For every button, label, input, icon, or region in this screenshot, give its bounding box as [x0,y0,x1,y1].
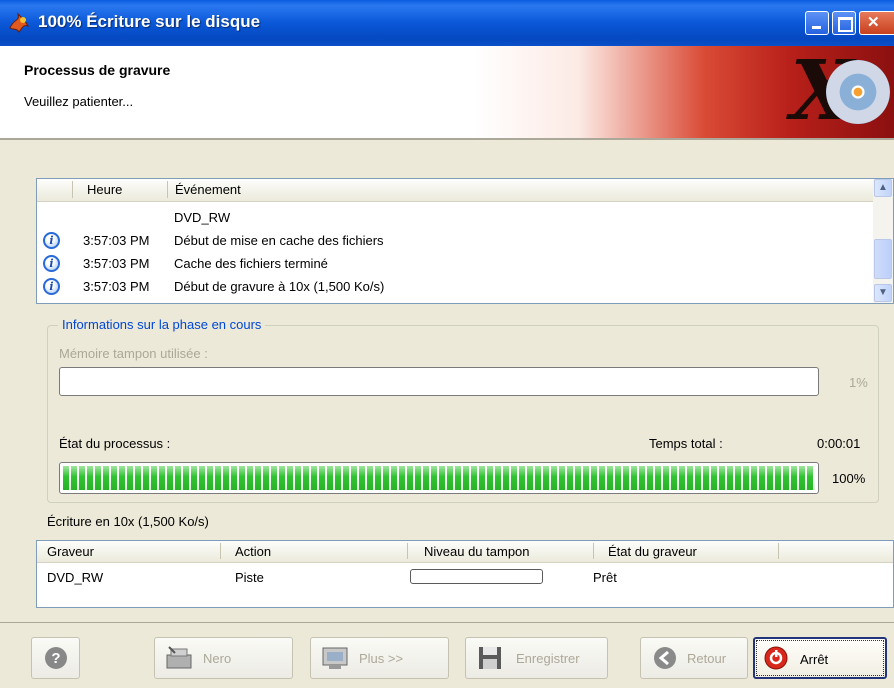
column-divider[interactable] [593,543,594,559]
process-percent: 100% [832,471,866,486]
buffer-label: Mémoire tampon utilisée : [59,346,208,361]
header-panel: Processus de gravure Veuillez patienter.… [0,46,894,138]
buffer-progress-bar [59,367,819,396]
event-log-header: Heure Événement [37,179,873,202]
nero-banner-image: X [474,46,894,138]
stop-icon [764,646,788,670]
log-scrollbar[interactable]: ▲ ▼ [873,179,893,303]
disc-icon [826,60,890,124]
event-log-list[interactable]: Heure Événement DVD_RW i 3:57:03 PM Débu… [36,178,894,304]
help-button[interactable]: ? [31,637,80,679]
recorder-state: Prêt [593,570,617,585]
more-button-label: Plus >> [359,651,404,666]
recorder-action: Piste [235,570,264,585]
column-header-buffer-level[interactable]: Niveau du tampon [424,544,530,559]
save-button[interactable]: Enregistrer [465,637,608,679]
column-header-recorder[interactable]: Graveur [47,544,94,559]
save-button-label: Enregistrer [516,651,580,666]
scroll-up-button[interactable]: ▲ [874,179,892,197]
nero-button[interactable]: Nero [154,637,293,679]
scroll-down-button[interactable]: ▼ [874,284,892,302]
column-divider[interactable] [407,543,408,559]
back-button[interactable]: Retour [640,637,748,679]
nero-burn-window: 100% Écriture sur le disque Processus de… [0,0,894,688]
phase-info-legend: Informations sur la phase en cours [58,317,266,332]
log-row[interactable]: i 3:57:03 PM Début de gravure à 10x (1,5… [37,276,873,298]
column-header-recorder-state[interactable]: État du graveur [608,544,697,559]
log-event: DVD_RW [174,210,231,225]
footer-divider [0,622,894,623]
column-header-time[interactable]: Heure [87,182,122,197]
title-bar[interactable]: 100% Écriture sur le disque [0,0,894,46]
more-options-icon [322,647,348,669]
floppy-disk-icon [479,647,501,669]
help-icon: ? [45,647,67,669]
log-time: 3:57:03 PM [83,256,150,271]
log-row[interactable]: DVD_RW [37,207,873,229]
log-event: Cache des fichiers terminé [174,256,328,271]
log-event: Début de mise en cache des fichiers [174,233,384,248]
stop-button[interactable]: Arrêt [753,637,887,679]
info-icon: i [43,232,60,249]
column-header-event[interactable]: Événement [175,182,241,197]
nero-toolbox-icon [166,646,192,669]
close-button[interactable] [859,11,894,35]
total-time-value: 0:00:01 [817,436,861,451]
recorder-table[interactable]: Graveur Action Niveau du tampon État du … [36,540,894,608]
back-arrow-icon [654,647,676,669]
scroll-thumb[interactable] [874,239,892,279]
info-icon: i [43,278,60,295]
info-icon: i [43,255,60,272]
log-time: 3:57:03 PM [83,279,150,294]
recorder-buffer-level-bar [410,569,543,584]
write-speed-status: Écriture en 10x (1,500 Ko/s) [47,514,209,529]
total-time-label: Temps total : [649,436,723,451]
maximize-button[interactable] [832,11,856,35]
log-row[interactable]: i 3:57:03 PM Cache des fichiers terminé [37,253,873,275]
stop-button-label: Arrêt [800,652,829,667]
log-time: 3:57:03 PM [83,233,150,248]
header-title: Processus de gravure [24,62,171,78]
column-divider[interactable] [778,543,779,559]
process-label: État du processus : [59,436,171,451]
column-divider[interactable] [167,181,168,198]
process-progress-bar [59,462,819,494]
back-button-label: Retour [687,651,727,666]
nero-flame-icon [9,12,30,33]
header-divider [0,138,894,140]
column-divider[interactable] [220,543,221,559]
recorder-name: DVD_RW [47,570,104,585]
column-divider[interactable] [72,181,73,198]
svg-text:?: ? [51,650,60,667]
buffer-percent: 1% [849,375,868,390]
log-event: Début de gravure à 10x (1,500 Ko/s) [174,279,385,294]
minimize-button[interactable] [805,11,829,35]
recorder-table-header: Graveur Action Niveau du tampon État du … [37,541,893,563]
nero-button-label: Nero [203,651,232,666]
process-progress-fill [63,466,815,490]
more-button[interactable]: Plus >> [310,637,449,679]
header-subtitle: Veuillez patienter... [24,94,134,109]
column-header-action[interactable]: Action [235,544,271,559]
window-title: 100% Écriture sur le disque [38,12,261,31]
log-row[interactable]: i 3:57:03 PM Début de mise en cache des … [37,230,873,252]
